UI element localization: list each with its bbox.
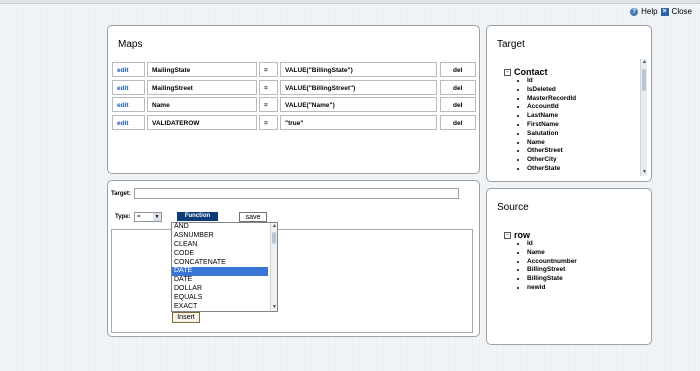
function-option[interactable]: DOLLAR [172,285,268,294]
tree-field-item[interactable]: IsDeleted [527,86,638,95]
target-title: Target [497,39,525,50]
type-select-value: = [137,214,141,220]
header-links: ? Help × Close [630,7,692,16]
target-field-list: IdIsDeletedMasterRecordIdAccountIdLastNa… [504,77,638,173]
function-option[interactable]: AND [172,223,268,232]
target-root[interactable]: − Contact [504,67,638,77]
target-root-label: Contact [514,67,548,77]
tree-field-item[interactable]: BillingState [527,275,638,284]
scroll-up-icon[interactable]: ▲ [271,223,277,230]
target-scrollbar[interactable]: ▲ ▼ [640,59,647,176]
target-tree: − Contact IdIsDeletedMasterRecordIdAccou… [504,67,638,173]
tree-field-item[interactable]: Name [527,139,638,148]
function-option[interactable]: ASNUMBER [172,232,268,241]
target-label: Target: [111,191,131,197]
tree-field-item[interactable]: OtherState [527,165,638,173]
map-field: MailingState [147,62,257,77]
map-value: VALUE("BillingStreet") [280,79,437,95]
delete-link[interactable]: del [440,114,476,130]
tree-field-item[interactable]: FirstName [527,121,638,130]
delete-link[interactable]: del [440,97,476,112]
tree-field-item[interactable]: Name [527,249,638,258]
maps-title: Maps [118,39,143,50]
map-value: VALUE("Name") [280,97,437,112]
source-title: Source [497,202,529,213]
scroll-thumb[interactable] [642,69,646,91]
map-operator: = [259,79,278,95]
source-root-label: row [514,230,531,240]
expression-editor[interactable] [111,229,473,333]
edit-link[interactable]: edit [112,62,145,77]
target-panel: Target − Contact IdIsDeletedMasterRecord… [486,25,652,182]
close-icon[interactable]: × [660,7,669,16]
tree-field-item[interactable]: BillingStreet [527,266,638,275]
function-option[interactable]: DATE [172,276,268,285]
type-select[interactable]: = ▼ [134,212,162,222]
function-option[interactable]: CONCATENATE [172,259,268,268]
source-root[interactable]: − row [504,230,638,240]
tree-field-item[interactable]: Salutation [527,130,638,139]
tree-field-item[interactable]: OtherCity [527,156,638,165]
function-option[interactable]: DATE [172,267,268,277]
top-bar [0,0,700,4]
function-list[interactable]: AND ASNUMBER CLEAN CODE CONCATENATE DATE DATE D… [171,222,278,312]
map-field: Name [147,97,257,112]
tree-field-item[interactable]: Id [527,77,638,86]
tree-field-item[interactable]: OtherStreet [527,147,638,156]
map-operator: = [259,114,278,130]
collapse-icon[interactable]: − [504,231,511,239]
function-option[interactable]: EXACT [172,303,268,311]
function-button[interactable]: Function [177,212,218,221]
help-link[interactable]: Help [641,7,657,16]
map-field: VALIDATEROW [147,114,257,130]
chevron-down-icon[interactable]: ▼ [153,213,161,221]
help-icon[interactable]: ? [630,7,639,16]
delete-link[interactable]: del [440,79,476,95]
edit-link[interactable]: edit [112,97,145,112]
function-option[interactable]: CLEAN [172,241,268,250]
function-list-scrollbar[interactable]: ▲ ▼ [270,223,277,311]
source-tree: − row IdNameAccountnumberBillingStreetBi… [504,230,638,293]
map-value: VALUE("BillingState") [280,62,437,77]
tree-field-item[interactable]: MasterRecordId [527,95,638,104]
target-input[interactable] [134,188,459,199]
function-items: AND ASNUMBER CLEAN CODE CONCATENATE DATE DATE D… [172,223,277,311]
maps-panel: Maps edit MailingState = VALUE("BillingStat… [107,25,480,174]
map-operator: = [259,62,278,77]
scroll-down-icon[interactable]: ▼ [641,169,648,176]
tree-field-item[interactable]: Accountnumber [527,258,638,267]
tree-field-item[interactable]: newid [527,284,638,293]
map-operator: = [259,97,278,112]
scroll-up-icon[interactable]: ▲ [641,59,648,66]
scroll-down-icon[interactable]: ▼ [271,304,277,311]
close-link[interactable]: Close [672,7,692,16]
tree-field-item[interactable]: AccountId [527,103,638,112]
source-field-list: IdNameAccountnumberBillingStreetBillingS… [504,240,638,293]
function-option[interactable]: EQUALS [172,294,268,303]
function-option[interactable]: CODE [172,250,268,259]
collapse-icon[interactable]: − [504,68,511,76]
tree-field-item[interactable]: LastName [527,112,638,121]
scroll-thumb[interactable] [272,232,276,244]
tree-field-item[interactable]: Id [527,240,638,249]
delete-link[interactable]: del [440,62,476,77]
map-value: "true" [280,114,437,130]
source-panel: Source − row IdNameAccountnumberBillingS… [486,188,652,345]
edit-link[interactable]: edit [112,114,145,130]
insert-button[interactable]: Insert [172,312,200,323]
save-button[interactable]: save [239,212,267,222]
edit-link[interactable]: edit [112,79,145,95]
type-label: Type: [115,214,131,220]
map-field: MailingStreet [147,79,257,95]
